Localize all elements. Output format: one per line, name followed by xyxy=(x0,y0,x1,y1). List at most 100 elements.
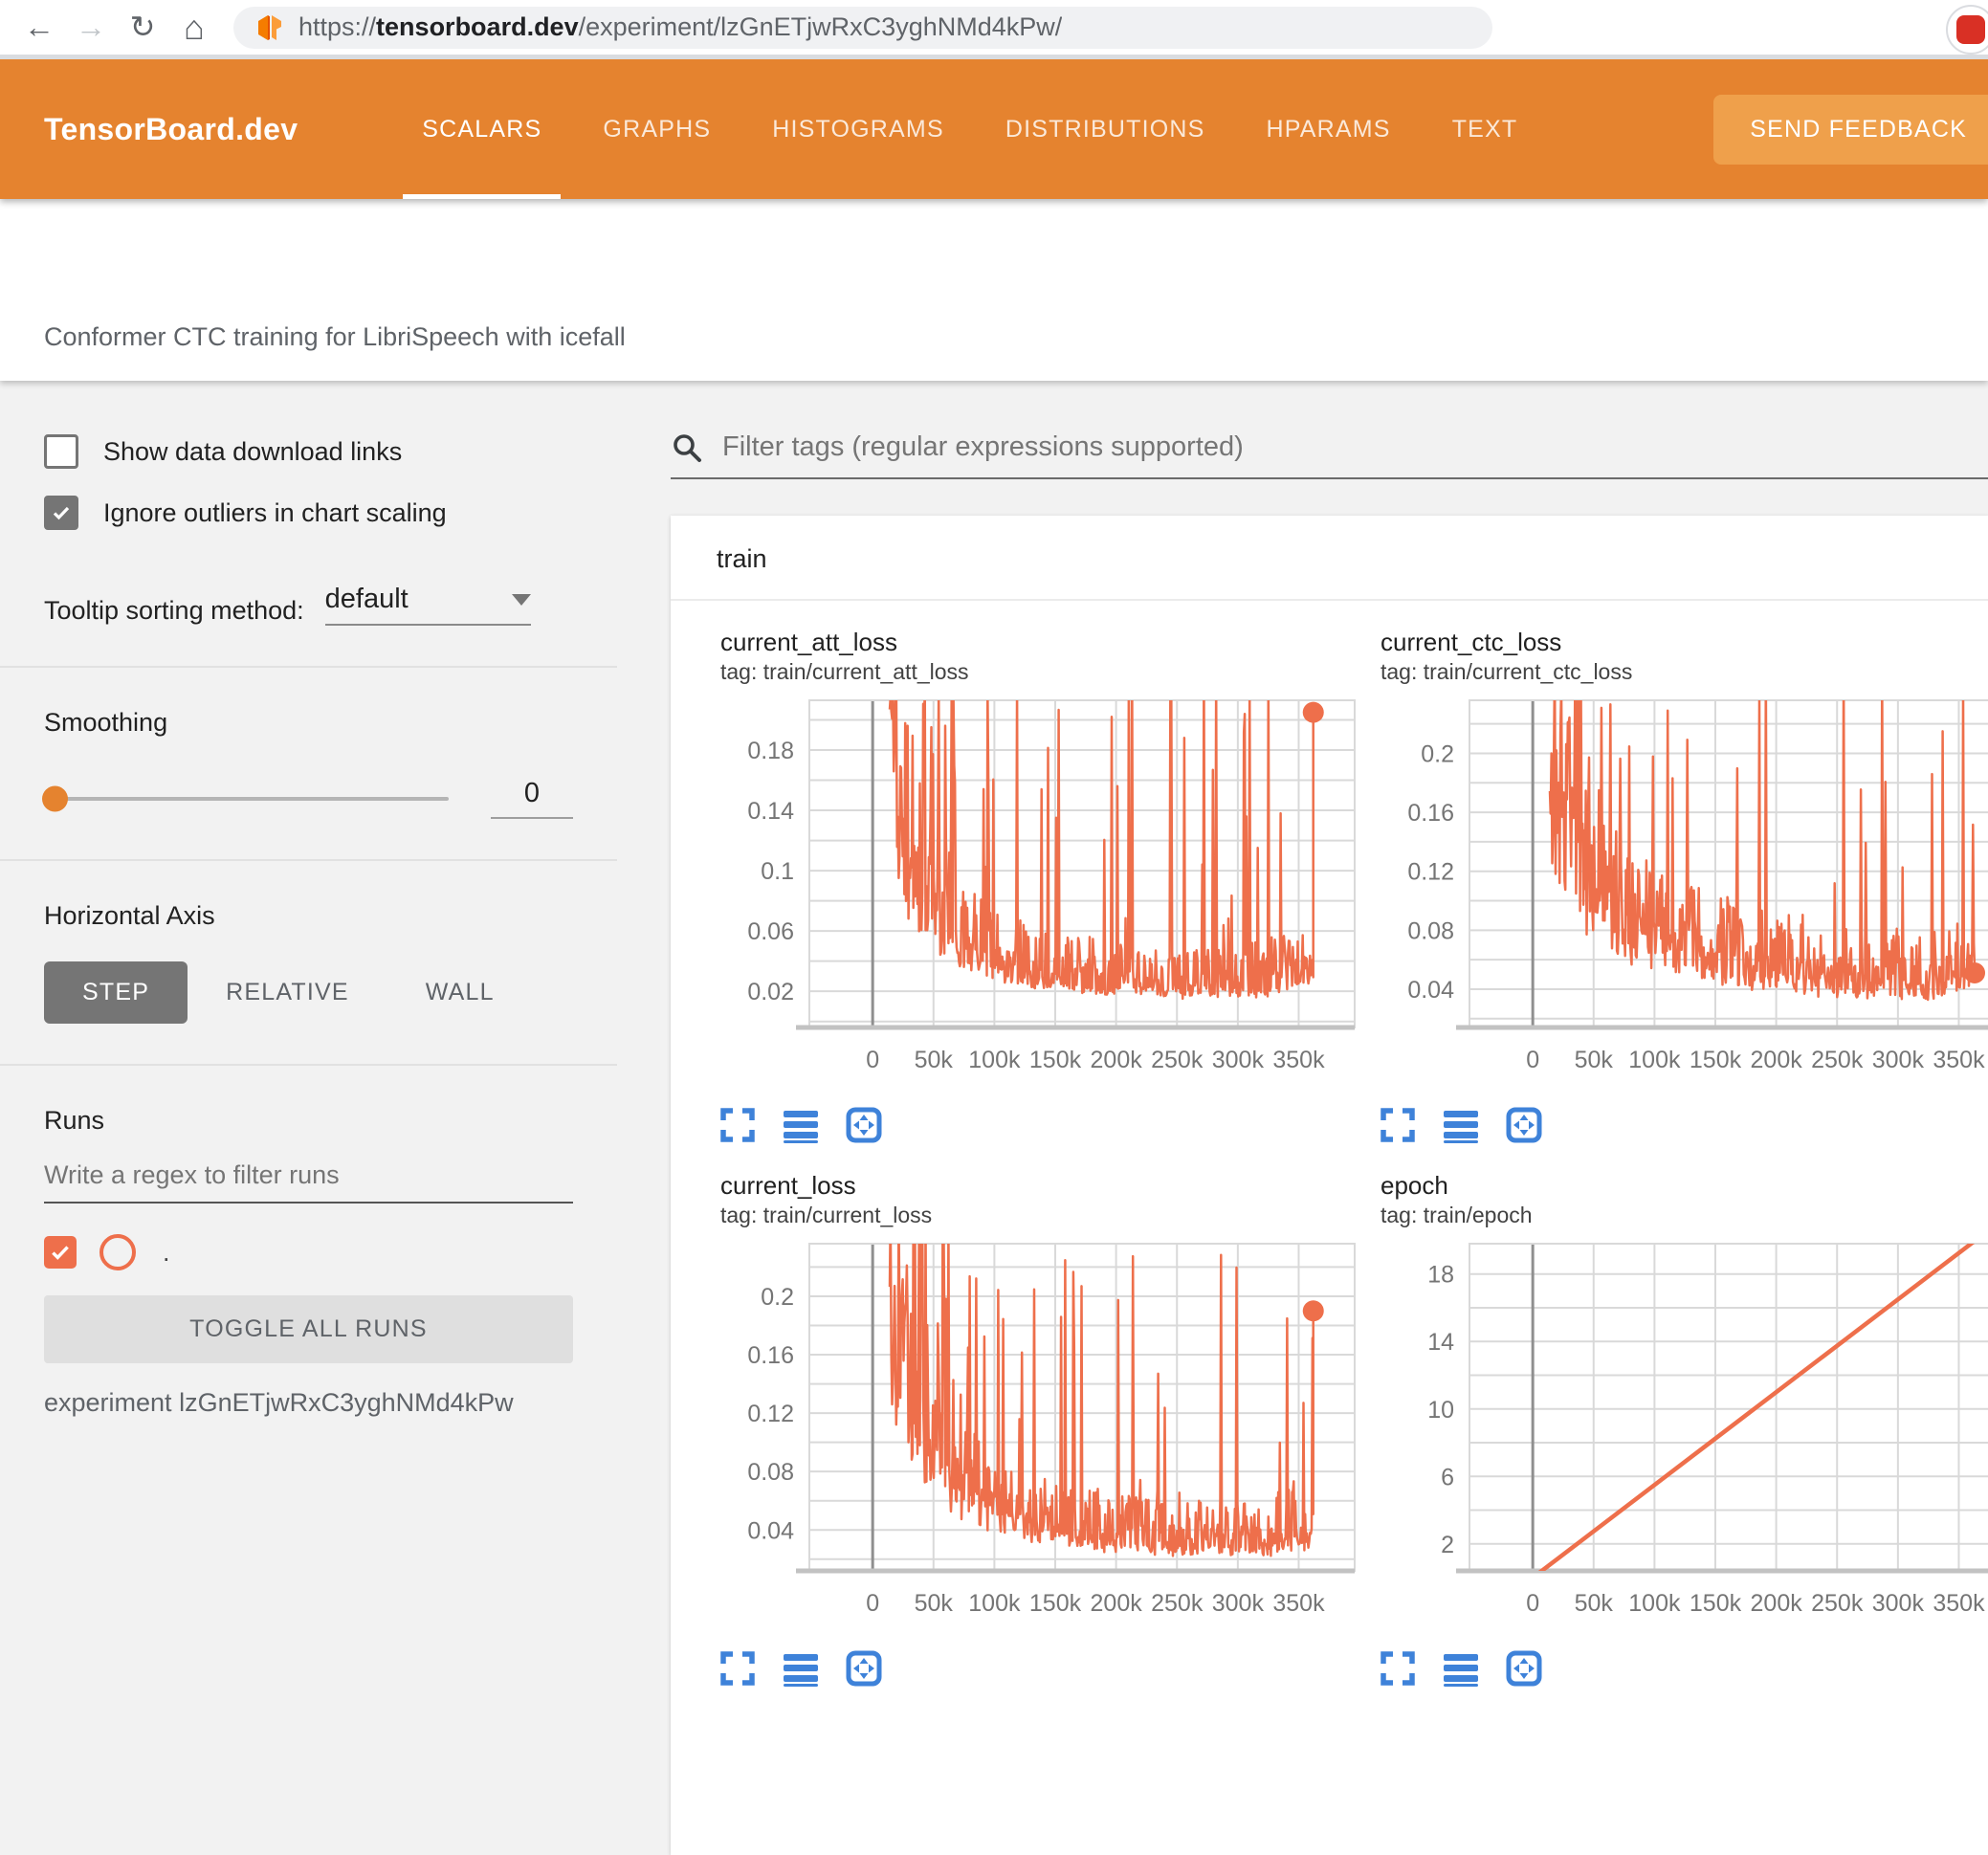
svg-text:0.2: 0.2 xyxy=(761,1284,794,1311)
svg-text:250k: 250k xyxy=(1151,1590,1204,1617)
svg-text:0: 0 xyxy=(1526,1590,1539,1617)
data-table-icon[interactable] xyxy=(1440,1104,1482,1146)
run-color-swatch xyxy=(99,1234,136,1270)
svg-text:250k: 250k xyxy=(1811,1590,1864,1617)
expand-icon[interactable] xyxy=(1377,1647,1419,1689)
fit-domain-icon[interactable] xyxy=(1503,1104,1545,1146)
svg-text:0.14: 0.14 xyxy=(747,798,794,825)
ignore-outliers-checkbox[interactable] xyxy=(44,496,78,530)
svg-text:0: 0 xyxy=(1526,1047,1539,1073)
run-row: . xyxy=(44,1234,573,1270)
fit-domain-icon[interactable] xyxy=(843,1647,885,1689)
axis-wall-button[interactable]: WALL xyxy=(387,961,533,1024)
tag-group-header[interactable]: train xyxy=(671,516,1988,601)
chart-tag: tag: train/current_loss xyxy=(720,1203,933,1227)
filter-tags-row xyxy=(671,431,1988,479)
chart-title: current_loss xyxy=(720,1171,856,1200)
content: Show data download links Ignore outliers… xyxy=(0,381,1988,1855)
tab-scalars[interactable]: SCALARS xyxy=(403,59,562,199)
smoothing-slider[interactable] xyxy=(42,785,449,811)
svg-text:0.12: 0.12 xyxy=(1407,859,1454,886)
chart-plot[interactable]: 0.04 0.08 0.12 0.16 0.2 0 50k 100k 150k 200k 250k 3… xyxy=(709,1234,1369,1645)
svg-text:250k: 250k xyxy=(1811,1047,1864,1073)
url-bar[interactable]: https://tensorboard.dev/experiment/lzGnE… xyxy=(233,6,1492,49)
back-icon[interactable]: ← xyxy=(13,0,65,55)
experiment-title: Conformer CTC training for LibriSpeech w… xyxy=(44,322,626,351)
tab-histograms[interactable]: HISTOGRAMS xyxy=(772,59,944,199)
smoothing-label: Smoothing xyxy=(44,708,168,737)
axis-step-button[interactable]: STEP xyxy=(44,961,188,1024)
chart-plot[interactable]: 0.04 0.08 0.12 0.16 0.2 0 50k 100k 150k 200k 250k 3… xyxy=(1369,691,1988,1102)
ignore-outliers-label: Ignore outliers in chart scaling xyxy=(103,497,447,527)
axis-relative-button[interactable]: RELATIVE xyxy=(188,961,387,1024)
tab-text[interactable]: TEXT xyxy=(1452,59,1518,199)
avatar-image xyxy=(1956,15,1985,44)
fit-domain-icon[interactable] xyxy=(1503,1647,1545,1689)
smoothing-value[interactable]: 0 xyxy=(491,778,573,819)
chart-toolbar xyxy=(1377,1104,1988,1146)
smoothing-slider-thumb[interactable] xyxy=(42,785,68,811)
send-feedback-button[interactable]: SEND FEEDBACK xyxy=(1713,94,1988,165)
chart-tag: tag: train/current_att_loss xyxy=(720,659,969,684)
home-icon[interactable]: ⌂ xyxy=(168,0,220,55)
show-download-links-label: Show data download links xyxy=(103,436,403,466)
reload-icon[interactable]: ↻ xyxy=(117,0,168,55)
svg-text:0: 0 xyxy=(866,1590,879,1617)
data-table-icon[interactable] xyxy=(780,1647,822,1689)
svg-text:0.18: 0.18 xyxy=(747,738,794,764)
main-panel: train current_att_loss tag: train/curren… xyxy=(617,381,1988,1855)
run-checkbox[interactable] xyxy=(44,1236,77,1269)
app-logo: TensorBoard.dev xyxy=(44,111,298,146)
runs-label: Runs xyxy=(44,1106,105,1135)
svg-text:0.08: 0.08 xyxy=(1407,917,1454,944)
svg-text:0.04: 0.04 xyxy=(1407,977,1454,1004)
toggle-all-runs-button[interactable]: TOGGLE ALL RUNS xyxy=(44,1295,573,1363)
tooltip-sorting-select[interactable]: default xyxy=(324,584,531,626)
filter-tags-input[interactable] xyxy=(720,431,1988,464)
sidebar: Show data download links Ignore outliers… xyxy=(0,381,617,1623)
expand-icon[interactable] xyxy=(1377,1104,1419,1146)
forward-icon[interactable]: → xyxy=(65,0,117,55)
svg-text:200k: 200k xyxy=(1091,1047,1143,1073)
show-download-links-checkbox[interactable] xyxy=(44,434,78,469)
svg-text:0.16: 0.16 xyxy=(747,1342,794,1369)
svg-text:100k: 100k xyxy=(1628,1590,1681,1617)
chart-plot[interactable]: 0.02 0.06 0.1 0.14 0.18 0 50k 100k 150k 200k 250k 3… xyxy=(709,691,1369,1102)
chart-toolbar xyxy=(717,1104,1346,1146)
svg-text:150k: 150k xyxy=(1690,1047,1742,1073)
horizontal-axis-label: Horizontal Axis xyxy=(44,901,215,930)
expand-icon[interactable] xyxy=(717,1104,759,1146)
avatar[interactable] xyxy=(1946,5,1988,55)
runs-regex-input[interactable] xyxy=(44,1160,573,1204)
expand-icon[interactable] xyxy=(717,1647,759,1689)
url-text: https://tensorboard.dev/experiment/lzGnE… xyxy=(298,12,1063,41)
svg-text:350k: 350k xyxy=(1933,1590,1985,1617)
tensorboard-favicon-icon xyxy=(254,12,285,43)
svg-text:100k: 100k xyxy=(1628,1047,1681,1073)
svg-text:50k: 50k xyxy=(1575,1590,1614,1617)
chart-title: epoch xyxy=(1381,1171,1448,1200)
svg-text:0.2: 0.2 xyxy=(1421,740,1454,767)
chart-tag: tag: train/epoch xyxy=(1381,1203,1533,1227)
svg-text:0.1: 0.1 xyxy=(761,858,794,885)
svg-text:100k: 100k xyxy=(968,1047,1021,1073)
data-table-icon[interactable] xyxy=(780,1104,822,1146)
data-table-icon[interactable] xyxy=(1440,1647,1482,1689)
chart-current_loss: current_loss tag: train/current_loss 0.0… xyxy=(686,1163,1356,1707)
tab-distributions[interactable]: DISTRIBUTIONS xyxy=(1005,59,1205,199)
browser-toolbar: ← → ↻ ⌂ https://tensorboard.dev/experime… xyxy=(0,0,1988,59)
fit-domain-icon[interactable] xyxy=(843,1104,885,1146)
divider xyxy=(0,666,617,668)
tab-hparams[interactable]: HPARAMS xyxy=(1267,59,1391,199)
chart-plot[interactable]: 2 6 10 14 18 0 50k 100k 150k 200k 250k 300k 350k xyxy=(1369,1234,1988,1645)
divider xyxy=(0,1064,617,1066)
svg-text:350k: 350k xyxy=(1933,1047,1985,1073)
search-icon xyxy=(674,433,701,462)
tab-graphs[interactable]: GRAPHS xyxy=(603,59,711,199)
charts-grid: current_att_loss tag: train/current_att_… xyxy=(671,601,1988,1707)
app-header: TensorBoard.dev SCALARS GRAPHS HISTOGRAM… xyxy=(0,59,1988,199)
svg-text:300k: 300k xyxy=(1212,1590,1265,1617)
svg-text:200k: 200k xyxy=(1751,1047,1803,1073)
svg-text:50k: 50k xyxy=(1575,1047,1614,1073)
chart-current_att_loss: current_att_loss tag: train/current_att_… xyxy=(686,620,1356,1163)
